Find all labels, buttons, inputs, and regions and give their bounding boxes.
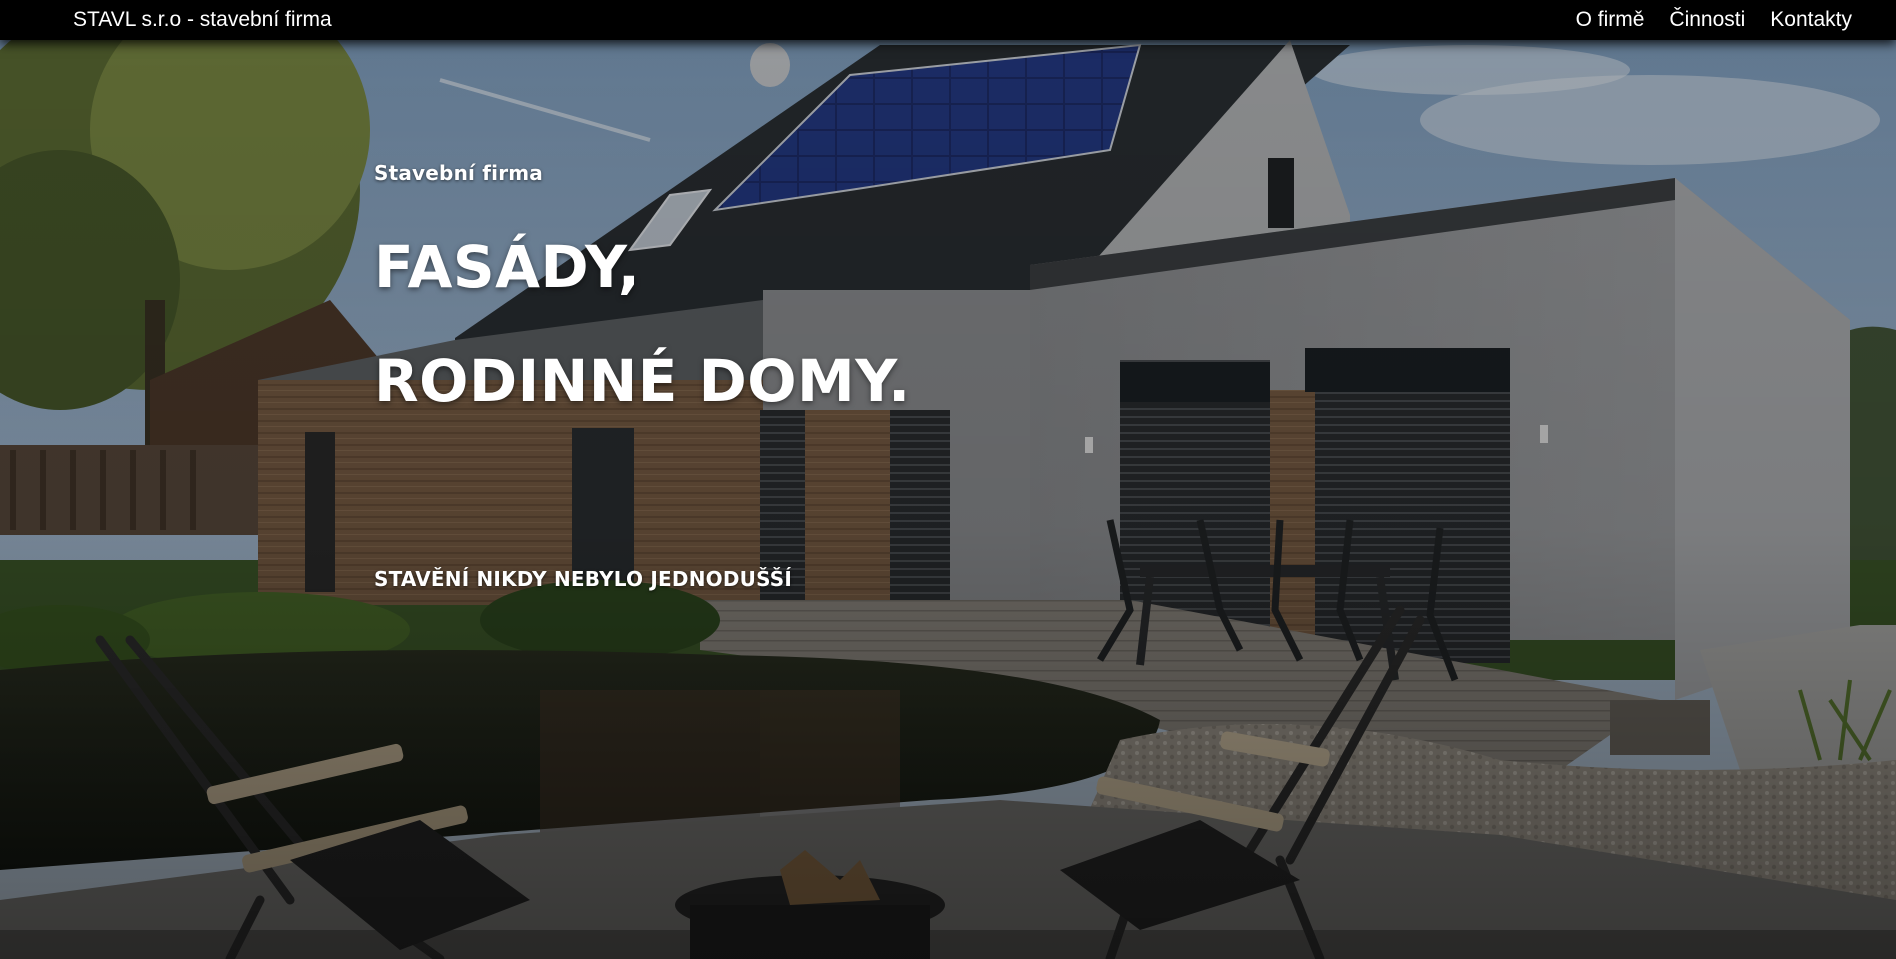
hero-tagline: STAVĚNÍ NIKDY NEBYLO JEDNODUŠŠÍ — [374, 567, 793, 591]
main-nav: O firmě Činnosti Kontakty — [1576, 8, 1852, 32]
top-navbar: STAVL s.r.o - stavební firma O firmě Čin… — [0, 0, 1896, 40]
page: STAVL s.r.o - stavební firma O firmě Čin… — [0, 0, 1896, 959]
brand-link[interactable]: STAVL s.r.o - stavební firma — [73, 8, 332, 32]
hero-headline-line2: RODINNÉ DOMY. — [374, 347, 911, 415]
nav-link-cinnosti[interactable]: Činnosti — [1669, 8, 1745, 32]
hero-background-image — [0, 0, 1896, 959]
nav-link-o-firme[interactable]: O firmě — [1576, 8, 1645, 32]
nav-link-kontakty[interactable]: Kontakty — [1770, 8, 1852, 32]
hero-headline: FASÁDY, RODINNÉ DOMY. — [374, 238, 911, 410]
hero-headline-line1: FASÁDY, — [374, 233, 641, 301]
hero-eyebrow: Stavební firma — [374, 161, 543, 185]
hero-text-block: Stavební firma FASÁDY, RODINNÉ DOMY. STA… — [374, 158, 911, 593]
